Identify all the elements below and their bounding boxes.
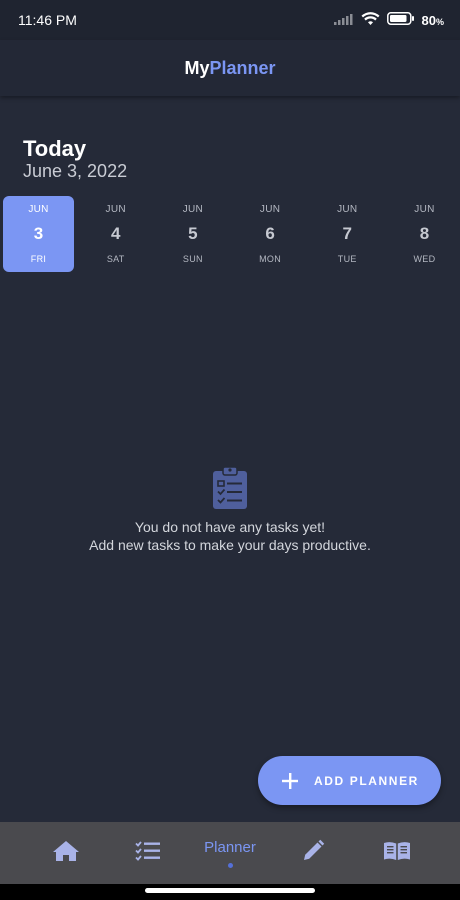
signal-icon: [333, 12, 354, 28]
day-weekday: WED: [413, 254, 436, 264]
battery-percent: 80%: [421, 12, 444, 28]
status-time: 11:46 PM: [18, 12, 77, 28]
app-title-my: My: [184, 57, 210, 78]
nav-journal[interactable]: [377, 822, 417, 884]
day-weekday: SAT: [106, 254, 125, 264]
day-item[interactable]: JUN 5 SUN: [157, 196, 228, 272]
day-item[interactable]: JUN 7 TUE: [312, 196, 383, 272]
home-gesture-bar[interactable]: [145, 888, 315, 893]
active-indicator: [227, 862, 233, 868]
day-strip: JUN 3 FRI JUN 4 SAT JUN 5 SUN JUN 6 MON …: [3, 196, 460, 272]
nav-planner[interactable]: Planner: [198, 822, 262, 884]
status-icons: 80%: [333, 11, 444, 29]
day-weekday: FRI: [30, 254, 47, 264]
day-number: 8: [419, 224, 430, 243]
nav-edit[interactable]: [293, 822, 333, 884]
home-icon: [52, 840, 80, 867]
nav-planner-label: Planner: [204, 838, 256, 856]
today-heading: Today: [23, 136, 87, 161]
battery-icon: [386, 12, 415, 28]
day-month: JUN: [337, 204, 358, 215]
day-number: 4: [110, 224, 121, 243]
nav-home[interactable]: [46, 822, 86, 884]
day-weekday: MON: [259, 254, 282, 264]
app-header: My Planner: [0, 40, 460, 96]
day-month: JUN: [105, 204, 126, 215]
status-bar: 11:46 PM 80%: [0, 0, 460, 40]
add-planner-button[interactable]: ADD PLANNER: [258, 756, 441, 805]
day-month: JUN: [28, 204, 49, 215]
day-weekday: SUN: [182, 254, 203, 264]
day-month: JUN: [182, 204, 204, 215]
day-month: JUN: [414, 204, 435, 215]
day-number: 5: [188, 224, 198, 243]
gesture-area: [0, 884, 460, 900]
today-date: June 3, 2022: [23, 161, 128, 181]
bottom-nav: Planner: [0, 822, 460, 884]
nav-tasks[interactable]: [128, 822, 168, 884]
clipboard-checklist-icon: [212, 466, 248, 510]
day-item[interactable]: JUN 6 MON: [235, 196, 306, 272]
app-title-planner: Planner: [209, 57, 276, 78]
day-number: 6: [265, 224, 275, 243]
plus-icon: [280, 771, 300, 791]
add-planner-label: ADD PLANNER: [314, 773, 419, 788]
day-item[interactable]: JUN 4 SAT: [80, 196, 151, 272]
wifi-icon: [361, 11, 380, 29]
book-icon: [383, 841, 411, 866]
day-weekday: TUE: [337, 254, 357, 264]
day-number: 3: [33, 224, 44, 243]
empty-state-title: You do not have any tasks yet!: [134, 519, 326, 535]
day-number: 7: [342, 224, 352, 243]
empty-state-subtitle: Add new tasks to make your days producti…: [89, 537, 371, 553]
day-month: JUN: [259, 204, 281, 215]
checklist-icon: [135, 840, 161, 867]
day-item[interactable]: JUN 8 WED: [389, 196, 460, 272]
pencil-icon: [301, 839, 325, 868]
day-item-selected[interactable]: JUN 3 FRI: [3, 196, 74, 272]
